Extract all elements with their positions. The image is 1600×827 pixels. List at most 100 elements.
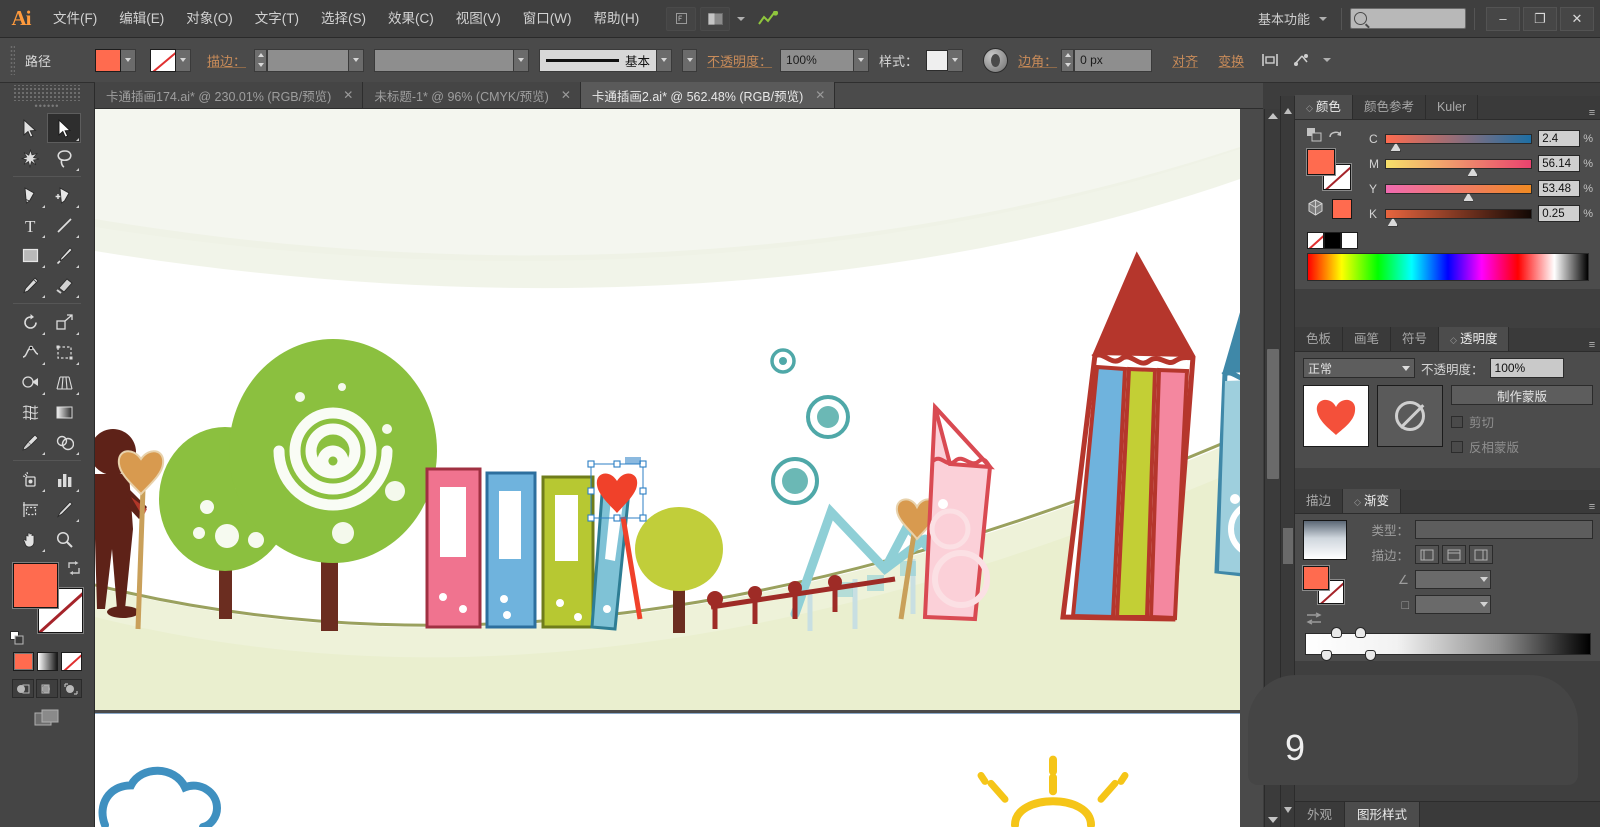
pen-tool[interactable] [13, 180, 47, 210]
transparency-mask-thumbnail[interactable] [1377, 385, 1443, 447]
document-tab-1-close-icon[interactable]: ✕ [343, 88, 353, 102]
corner-stepper[interactable] [1061, 48, 1075, 72]
paintbrush-tool[interactable] [47, 240, 81, 270]
stroke-profile-dropdown-icon[interactable] [514, 48, 530, 72]
transparency-object-thumbnail[interactable] [1303, 385, 1369, 447]
control-bar-overflow-icon[interactable] [1323, 58, 1332, 62]
brush-extra-dropdown-icon[interactable] [682, 48, 698, 72]
tab-kuler[interactable]: Kuler [1425, 95, 1479, 119]
tab-graphic-styles[interactable]: 图形样式 [1345, 801, 1421, 827]
gradient-preview-swatch[interactable] [1303, 520, 1347, 560]
pencil-tool[interactable] [13, 270, 47, 300]
corner-field[interactable]: 0 px [1074, 48, 1153, 72]
close-button[interactable]: ✕ [1560, 6, 1594, 31]
slice-flyout-icon[interactable] [76, 519, 79, 522]
gradient-stroke-within-icon[interactable] [1415, 545, 1439, 564]
color-panel-menu-icon[interactable]: ≡ [1583, 107, 1600, 119]
swap-fill-stroke-icon[interactable] [66, 560, 82, 576]
lasso-tool[interactable] [47, 143, 81, 173]
opacity-group[interactable]: 100% [780, 48, 870, 72]
slider-k-knob[interactable] [1387, 217, 1399, 227]
gradient-stroke-along-icon[interactable] [1442, 545, 1466, 564]
tools-panel-grip[interactable] [14, 85, 80, 101]
paintbrush-flyout-icon[interactable] [76, 265, 79, 268]
slider-k-value[interactable]: 0.25 [1538, 205, 1581, 222]
screen-mode-icon[interactable] [32, 708, 62, 730]
shape-builder-tool[interactable] [13, 367, 47, 397]
invert-mask-checkbox[interactable] [1451, 440, 1463, 453]
search-input[interactable] [1350, 8, 1466, 29]
column-graph-tool[interactable] [47, 464, 81, 494]
gradient-tool[interactable] [47, 397, 81, 427]
make-mask-button[interactable]: 制作蒙版 [1451, 385, 1593, 405]
brush-dropdown-icon[interactable] [657, 48, 673, 72]
gradient-type-select[interactable] [1415, 520, 1593, 539]
eyedropper-flyout-icon[interactable] [42, 452, 45, 455]
opacity-dropdown-icon[interactable] [854, 48, 870, 72]
tab-appearance[interactable]: 外观 [1295, 801, 1346, 827]
pen-flyout-icon[interactable] [42, 205, 45, 208]
transform-button[interactable]: 变换 [1218, 51, 1244, 70]
stroke-profile-group[interactable] [374, 48, 530, 72]
arrange-chevron-icon[interactable] [737, 16, 746, 21]
gradient-stop-4[interactable] [1365, 650, 1376, 661]
lasso-flyout-icon[interactable] [76, 168, 79, 171]
control-bar-grip[interactable] [10, 45, 15, 75]
eyedropper-tool[interactable] [13, 427, 47, 457]
color-fill-button[interactable] [12, 652, 34, 671]
color-spectrum-ramp[interactable] [1307, 253, 1589, 281]
canvas-vertical-scrollbar[interactable] [1264, 109, 1280, 827]
slider-y-value[interactable]: 53.48 [1538, 180, 1581, 197]
column-graph-flyout-icon[interactable] [76, 489, 79, 492]
rectangle-tool[interactable] [13, 240, 47, 270]
swatch-white[interactable] [1341, 232, 1358, 249]
distribute-icon[interactable] [1257, 48, 1283, 72]
width-tool[interactable] [13, 337, 47, 367]
gradient-location-field[interactable] [1415, 595, 1491, 614]
symbol-sprayer-flyout-icon[interactable] [42, 489, 45, 492]
line-flyout-icon[interactable] [76, 235, 79, 238]
slider-c-value[interactable]: 2.4 [1538, 130, 1581, 147]
maximize-button[interactable]: ❐ [1523, 6, 1557, 31]
tab-swatches[interactable]: 色板 [1295, 327, 1344, 351]
graphic-style-swatch[interactable] [926, 49, 949, 71]
tab-stroke[interactable]: 描边 [1295, 489, 1344, 513]
color-panel-fill-swatch[interactable] [1307, 149, 1335, 175]
shape-builder-flyout-icon[interactable] [42, 392, 45, 395]
fill-swatch[interactable] [95, 48, 122, 72]
draw-inside-icon[interactable] [60, 679, 82, 698]
canvas-area[interactable] [95, 109, 1263, 827]
align-button[interactable]: 对齐 [1172, 51, 1198, 70]
stroke-swatch-group[interactable] [150, 48, 192, 72]
stroke-weight-stepper[interactable] [254, 48, 268, 72]
gradient-reverse-icon[interactable] [1303, 612, 1361, 629]
scale-tool[interactable] [47, 307, 81, 337]
slider-y-track[interactable] [1385, 183, 1533, 202]
slider-k-track[interactable] [1385, 208, 1533, 227]
artboard-tool[interactable] [13, 494, 47, 524]
gradient-fill-button[interactable] [36, 652, 58, 671]
document-tab-3[interactable]: 卡通插画2.ai* @ 562.48% (RGB/预览) ✕ [580, 82, 836, 108]
gradient-angle-field[interactable] [1415, 570, 1491, 589]
mesh-tool[interactable] [13, 397, 47, 427]
document-tab-3-close-icon[interactable]: ✕ [815, 88, 825, 102]
menu-help[interactable]: 帮助(H) [582, 0, 650, 38]
pencil-flyout-icon[interactable] [42, 295, 45, 298]
menu-object[interactable]: 对象(O) [175, 0, 244, 38]
invert-mask-checkbox-row[interactable]: 反相蒙版 [1451, 437, 1593, 456]
slice-tool[interactable] [47, 494, 81, 524]
menu-effect[interactable]: 效果(C) [377, 0, 445, 38]
menu-view[interactable]: 视图(V) [445, 0, 512, 38]
tab-color[interactable]: ◇ 颜色 [1295, 95, 1353, 119]
fill-swatch-group[interactable] [95, 48, 137, 72]
hand-flyout-icon[interactable] [42, 549, 45, 552]
opacity-field[interactable]: 100% [780, 48, 855, 72]
stroke-dropdown-icon[interactable] [176, 48, 192, 72]
graphic-style-dropdown-icon[interactable] [948, 48, 964, 72]
slider-y-knob[interactable] [1462, 192, 1474, 202]
artboard-2[interactable] [95, 713, 1240, 827]
stroke-weight-dropdown-icon[interactable] [349, 48, 365, 72]
scale-flyout-icon[interactable] [76, 332, 79, 335]
gradient-ramp[interactable] [1305, 633, 1591, 655]
transparency-opacity-field[interactable]: 100% [1489, 358, 1564, 378]
